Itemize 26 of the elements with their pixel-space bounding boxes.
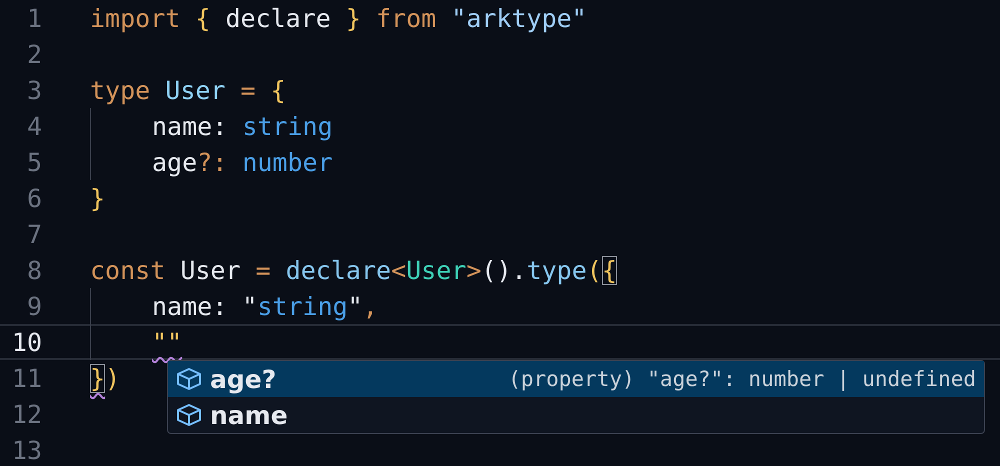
line-number: 7	[26, 220, 42, 248]
line-number: 5	[26, 148, 42, 176]
line-number: 4	[26, 112, 42, 140]
line-number: 1	[26, 4, 42, 32]
code-line: const User = declare<User>().type({	[90, 254, 617, 286]
line-number: 2	[26, 40, 42, 68]
code-line: age?: number	[90, 144, 333, 180]
code-line: name: "string",	[90, 288, 378, 324]
cube-icon	[176, 403, 202, 427]
code-line: name: string	[90, 108, 333, 144]
line-number: 6	[26, 184, 42, 212]
code-line: })	[90, 362, 120, 394]
line-number: 9	[26, 292, 42, 320]
line-number: 10	[10, 328, 42, 356]
suggestion-item[interactable]: name	[168, 397, 984, 433]
code-line: import { declare } from "arktype"	[90, 2, 587, 34]
type-detail: (property) "age?": number | undefined	[508, 367, 976, 391]
line-number: 12	[10, 400, 42, 428]
line-number: 13	[10, 436, 42, 464]
line-number: 11	[10, 364, 42, 392]
code-line: type User = {	[90, 74, 286, 106]
line-number: 8	[26, 256, 42, 284]
code-line: }	[90, 182, 106, 214]
cube-icon	[176, 367, 202, 391]
line-number: 3	[26, 76, 42, 104]
suggestion-item[interactable]: age? (property) "age?": number | undefined	[168, 361, 984, 397]
